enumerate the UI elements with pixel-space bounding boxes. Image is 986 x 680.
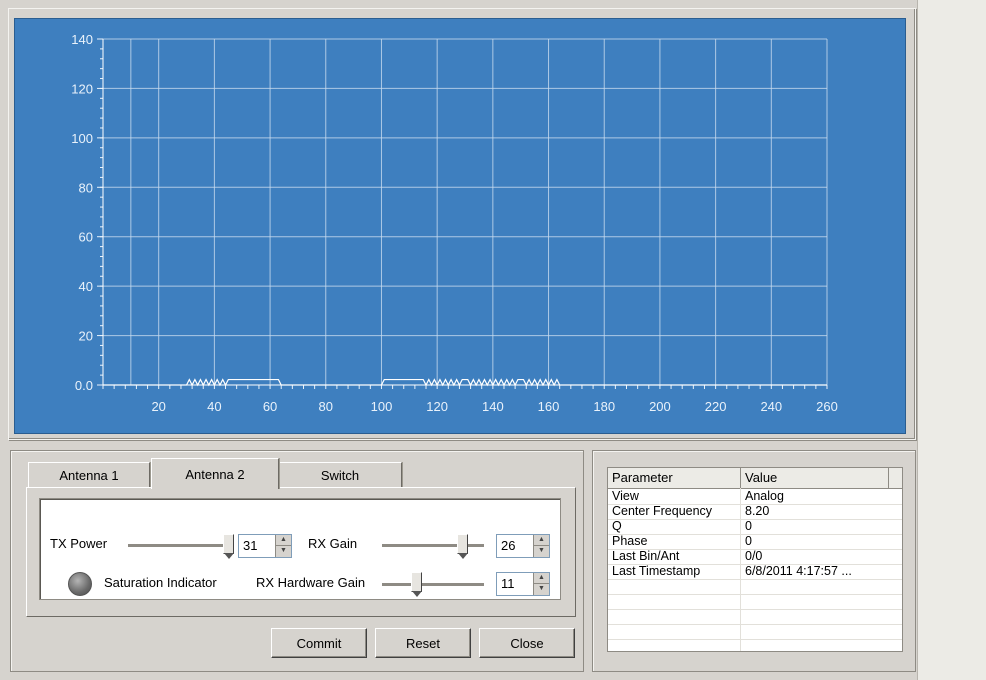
parameter-cell: Q bbox=[612, 519, 622, 533]
tab-antenna-2[interactable]: Antenna 2 bbox=[151, 458, 279, 489]
parameter-cell: Center Frequency bbox=[612, 504, 713, 518]
rx-gain-slider-thumb[interactable] bbox=[456, 534, 468, 559]
value-cell: 6/8/2011 4:17:57 ... bbox=[745, 564, 852, 578]
table-row[interactable]: Q0 bbox=[608, 519, 902, 535]
table-row[interactable] bbox=[608, 594, 902, 610]
x-tick-label: 260 bbox=[816, 399, 838, 414]
rx-gain-up-icon[interactable]: ▲ bbox=[534, 535, 549, 546]
x-tick-label: 200 bbox=[649, 399, 671, 414]
x-tick-label: 20 bbox=[151, 399, 165, 414]
tx-power-slider-thumb[interactable] bbox=[222, 534, 234, 559]
x-tick-label: 80 bbox=[319, 399, 333, 414]
value-cell: 0 bbox=[745, 534, 752, 548]
y-tick-label: 0.0 bbox=[75, 378, 93, 393]
x-tick-label: 60 bbox=[263, 399, 277, 414]
table-row[interactable]: View Analog bbox=[608, 489, 902, 505]
rx-gain-down-icon[interactable]: ▼ bbox=[534, 546, 549, 556]
tab-antenna-1[interactable]: Antenna 1 bbox=[28, 462, 150, 487]
table-row[interactable] bbox=[608, 609, 902, 625]
close-button[interactable]: Close bbox=[479, 628, 575, 658]
y-tick-label: 100 bbox=[71, 131, 93, 146]
tab-switch[interactable]: Switch bbox=[278, 462, 402, 487]
rx-gain-value[interactable]: 26 bbox=[501, 538, 515, 553]
close-button-label: Close bbox=[510, 635, 544, 651]
parameter-cell: Last Bin/Ant bbox=[612, 549, 680, 563]
y-tick-label: 20 bbox=[79, 329, 93, 344]
y-tick-label: 140 bbox=[71, 32, 93, 47]
rx-gain-slider-track[interactable] bbox=[382, 544, 484, 548]
table-row[interactable]: Last Bin/Ant 0/0 bbox=[608, 549, 902, 565]
header-parameter[interactable]: Parameter bbox=[608, 468, 741, 488]
tx-power-spinner[interactable]: 31 ▲ ▼ bbox=[238, 534, 292, 558]
parameter-cell: View bbox=[612, 489, 639, 503]
y-tick-label: 40 bbox=[79, 279, 93, 294]
value-cell: 0 bbox=[745, 519, 752, 533]
value-cell: 8.20 bbox=[745, 504, 770, 518]
table-row[interactable]: Phase 0 bbox=[608, 534, 902, 550]
rx-hardware-gain-slider-thumb[interactable] bbox=[410, 572, 422, 597]
rx-hardware-gain-slider-track[interactable] bbox=[382, 583, 484, 587]
parameter-cell: Phase bbox=[612, 534, 648, 548]
commit-button[interactable]: Commit bbox=[271, 628, 367, 658]
x-tick-label: 180 bbox=[593, 399, 615, 414]
tx-power-slider-track[interactable] bbox=[128, 544, 234, 548]
x-tick-label: 220 bbox=[705, 399, 727, 414]
x-tick-label: 120 bbox=[426, 399, 448, 414]
saturation-indicator-label: Saturation Indicator bbox=[104, 575, 217, 590]
table-row[interactable] bbox=[608, 624, 902, 640]
table-row[interactable] bbox=[608, 579, 902, 595]
x-tick-label: 100 bbox=[371, 399, 393, 414]
spectrum-chart-svg: 20 40 60 80 100 120 140 160 180 200 220 240 260 0.0 20… bbox=[71, 32, 838, 414]
series-line bbox=[103, 378, 827, 387]
rx-gain-label: RX Gain bbox=[308, 536, 358, 551]
tx-power-label: TX Power bbox=[50, 536, 108, 551]
y-tick-label: 80 bbox=[79, 180, 93, 195]
commit-button-label: Commit bbox=[296, 635, 342, 651]
x-tick-label: 160 bbox=[538, 399, 560, 414]
tx-power-down-icon[interactable]: ▼ bbox=[276, 546, 291, 556]
value-cell: Analog bbox=[745, 489, 784, 503]
table-row[interactable]: Center Frequency 8.20 bbox=[608, 504, 902, 520]
rx-hardware-gain-spinner[interactable]: 11 ▲ ▼ bbox=[496, 572, 550, 596]
spectrum-plot: 20 40 60 80 100 120 140 160 180 200 220 240 260 0.0 20… bbox=[14, 18, 906, 434]
rx-gain-spinner[interactable]: 26 ▲ ▼ bbox=[496, 534, 550, 558]
tx-power-up-icon[interactable]: ▲ bbox=[276, 535, 291, 546]
table-row[interactable]: Last Timestamp 6/8/2011 4:17:57 ... bbox=[608, 564, 902, 580]
reset-button-label: Reset bbox=[406, 635, 440, 651]
x-tick-label: 240 bbox=[760, 399, 782, 414]
rx-hardware-gain-up-icon[interactable]: ▲ bbox=[534, 573, 549, 584]
antenna-2-panel: TX Power 31 ▲ ▼ RX Gain 26 ▲ ▼ Saturation … bbox=[26, 487, 576, 617]
parameter-table: Parameter Value View Analog Center Frequen… bbox=[607, 467, 903, 652]
x-tick-label: 40 bbox=[207, 399, 221, 414]
tab-switch-label: Switch bbox=[320, 467, 360, 483]
right-edge-panel bbox=[917, 0, 986, 680]
x-tick-label: 140 bbox=[482, 399, 504, 414]
y-tick-label: 60 bbox=[79, 230, 93, 245]
rx-hardware-gain-down-icon[interactable]: ▼ bbox=[534, 584, 549, 594]
tab-antenna-2-label: Antenna 2 bbox=[185, 466, 245, 482]
rx-hardware-gain-label: RX Hardware Gain bbox=[256, 575, 366, 590]
header-value[interactable]: Value bbox=[741, 468, 889, 488]
parameter-cell: Last Timestamp bbox=[612, 564, 701, 578]
rx-hardware-gain-value[interactable]: 11 bbox=[501, 576, 515, 591]
tab-antenna-1-label: Antenna 1 bbox=[59, 467, 119, 483]
parameter-table-header: Parameter Value bbox=[608, 468, 902, 489]
reset-button[interactable]: Reset bbox=[375, 628, 471, 658]
value-cell: 0/0 bbox=[745, 549, 763, 563]
saturation-indicator-icon bbox=[68, 572, 92, 596]
antenna-settings-box: TX Power 31 ▲ ▼ RX Gain 26 ▲ ▼ Saturation … bbox=[39, 498, 561, 600]
tx-power-value[interactable]: 31 bbox=[243, 538, 257, 553]
y-tick-label: 120 bbox=[71, 81, 93, 96]
